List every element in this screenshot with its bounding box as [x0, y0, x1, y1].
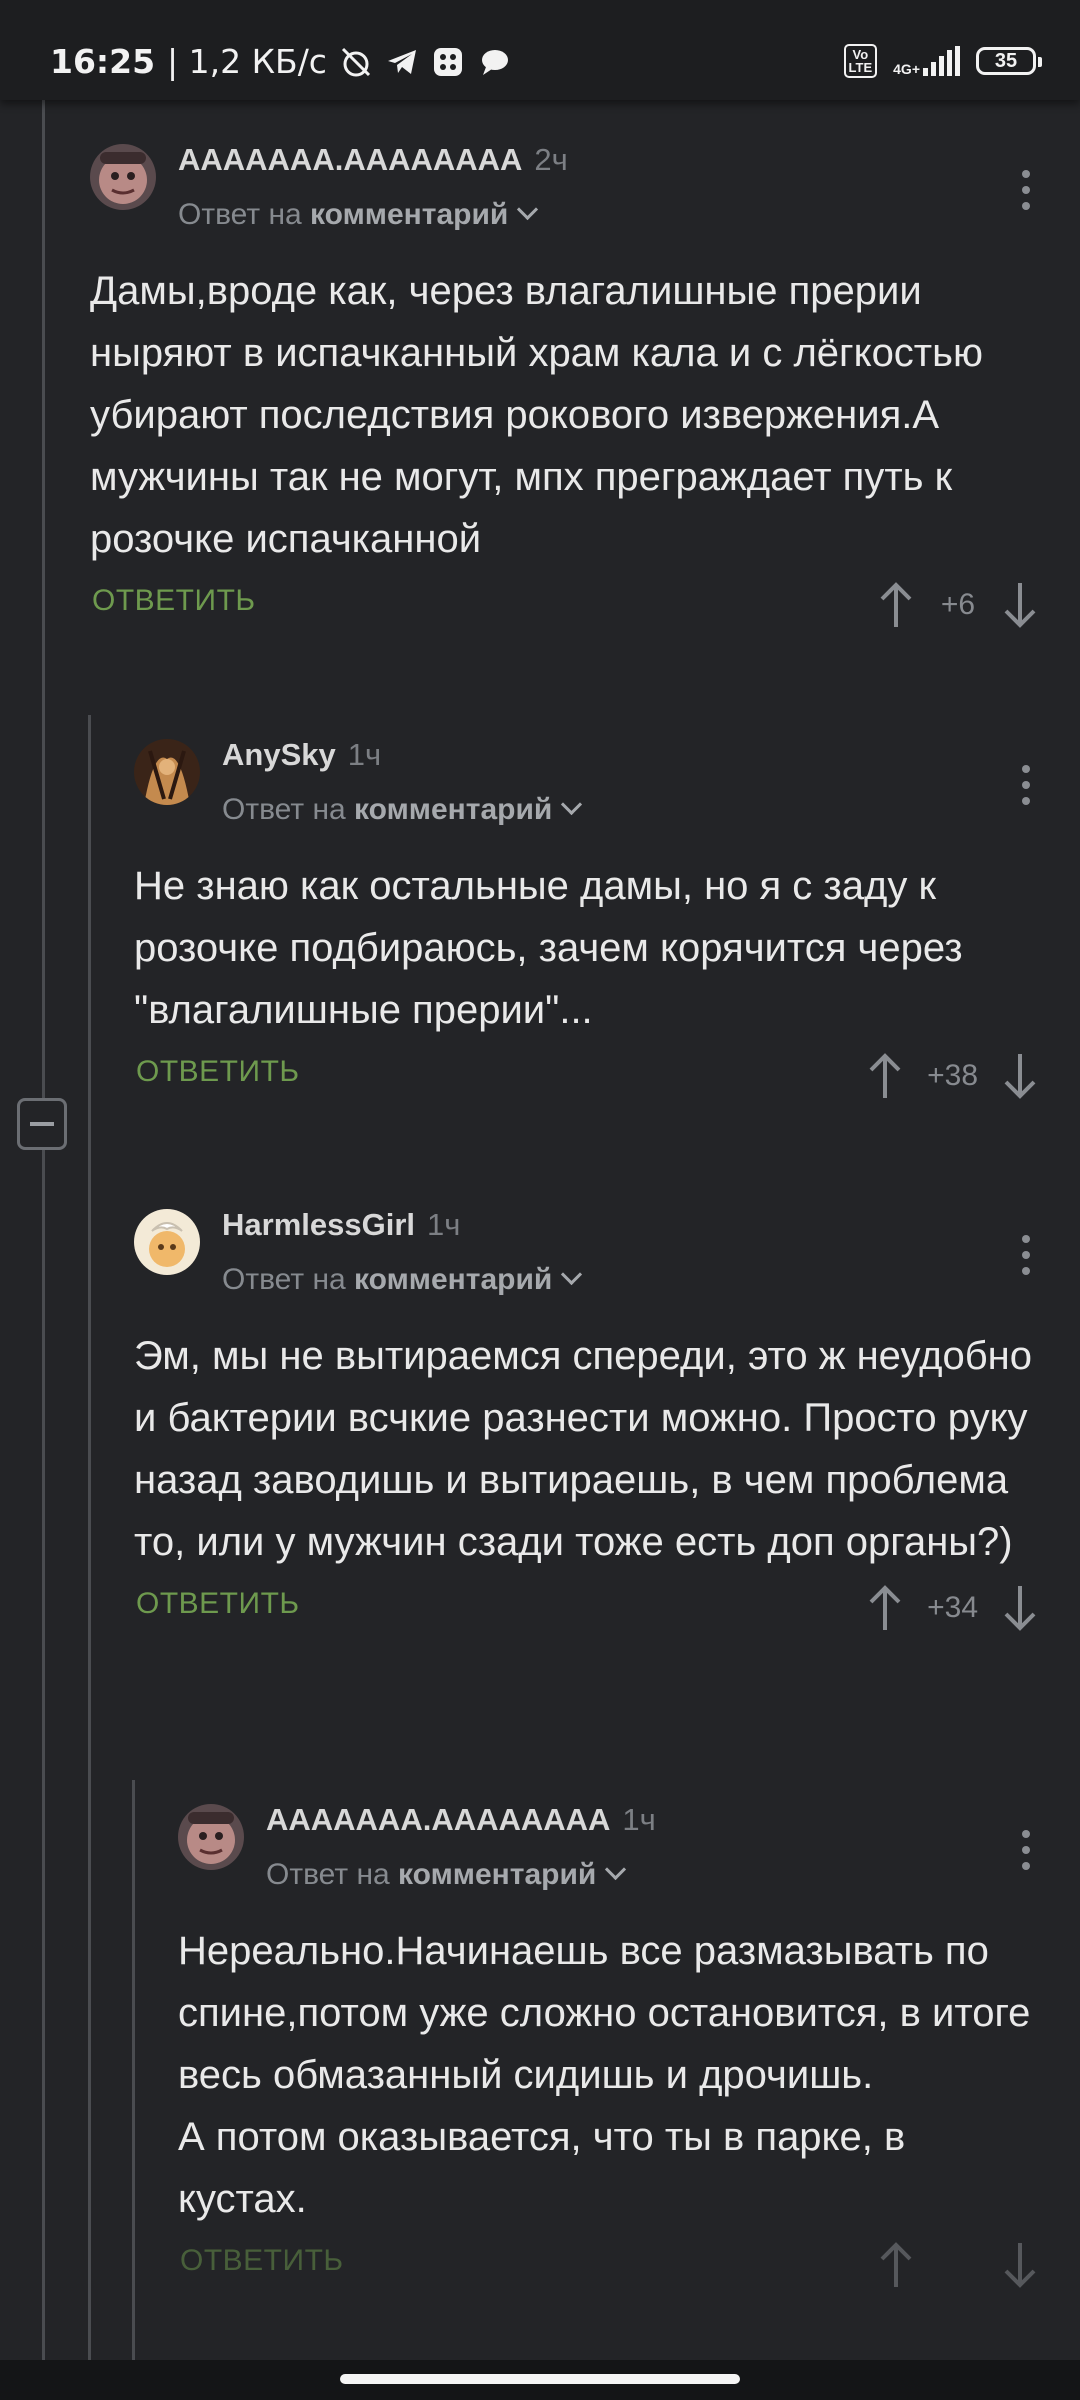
comment-footer: ОТВЕТИТЬ — [178, 2230, 1080, 2320]
status-bar: 16:25 | 1,2 КБ/с Vo LTE 4G+ 35 — [0, 0, 1080, 100]
chevron-down-icon[interactable] — [561, 793, 583, 816]
vote-controls: +6 — [876, 570, 1040, 640]
chevron-down-icon[interactable] — [517, 198, 539, 221]
upvote-icon[interactable] — [876, 581, 916, 629]
reply-to-label: Ответ на — [222, 1263, 346, 1296]
reply-button[interactable]: ОТВЕТИТЬ — [136, 1055, 300, 1089]
reply-to-label: Ответ на — [222, 793, 346, 826]
downvote-icon[interactable] — [1000, 2241, 1040, 2289]
reply-to[interactable]: Ответ на комментарий — [222, 1263, 583, 1297]
comment-footer: ОТВЕТИТЬ +34 — [134, 1573, 1080, 1663]
comment-header: AAAAAAA.AAAAAAAA 2ч Ответ на комментарий — [90, 140, 1080, 260]
vote-controls: +34 — [865, 1573, 1040, 1643]
app-grid-icon — [433, 47, 462, 76]
volte-icon: Vo LTE — [843, 44, 878, 78]
thread-line-level-2 — [132, 1780, 135, 2400]
reply-button[interactable]: ОТВЕТИТЬ — [180, 2244, 344, 2278]
reply-to[interactable]: Ответ на комментарий — [178, 198, 539, 232]
upvote-icon[interactable] — [876, 2241, 916, 2289]
comment: AAAAAAA.AAAAAAAA 2ч Ответ на комментарий … — [90, 140, 1080, 660]
chat-bubble-icon — [481, 49, 508, 75]
collapse-thread-button[interactable] — [17, 1098, 67, 1150]
reply-to-link[interactable]: комментарий — [354, 793, 552, 826]
downvote-icon[interactable] — [1000, 581, 1040, 629]
more-options-icon[interactable] — [1022, 765, 1032, 813]
reply-to[interactable]: Ответ на комментарий — [222, 793, 583, 827]
comment-text: Дамы,вроде как, через влагалишные прерии… — [90, 269, 983, 561]
comment-text: Эм, мы не вытираемся спереди, это ж неуд… — [134, 1334, 1032, 1564]
more-options-icon[interactable] — [1022, 1235, 1032, 1283]
comment-author[interactable]: AAAAAAA.AAAAAAAA 1ч — [266, 1802, 656, 1838]
avatar[interactable] — [178, 1804, 244, 1870]
upvote-icon[interactable] — [865, 1584, 905, 1632]
comment-author[interactable]: AnySky 1ч — [222, 737, 381, 773]
author-name[interactable]: AAAAAAA.AAAAAAAA — [178, 142, 522, 177]
more-options-icon[interactable] — [1022, 1830, 1032, 1878]
thread-line-level-0 — [42, 100, 45, 2400]
battery-level: 35 — [994, 49, 1018, 72]
telegram-icon — [387, 49, 416, 74]
vote-controls — [876, 2230, 1040, 2300]
comment-time: 1ч — [622, 1802, 656, 1837]
reply-button[interactable]: ОТВЕТИТЬ — [136, 1587, 300, 1621]
comment-text: Нереально.Начинаешь все размазывать по с… — [178, 1929, 1031, 2221]
avatar[interactable] — [90, 144, 156, 210]
reply-to[interactable]: Ответ на комментарий — [266, 1858, 627, 1892]
comment-time: 1ч — [427, 1207, 461, 1242]
reply-to-link[interactable]: комментарий — [398, 1858, 596, 1891]
status-left: 16:25 | 1,2 КБ/с — [50, 42, 511, 81]
comment-author[interactable]: AAAAAAA.AAAAAAAA 2ч — [178, 142, 568, 178]
reply-to-label: Ответ на — [178, 198, 302, 231]
comment-text: Не знаю как остальные дамы, но я с заду … — [134, 864, 963, 1032]
downvote-icon[interactable] — [1000, 1584, 1040, 1632]
reply-button[interactable]: ОТВЕТИТЬ — [92, 584, 256, 618]
author-name[interactable]: HarmlessGirl — [222, 1207, 415, 1242]
comment-header: HarmlessGirl 1ч Ответ на комментарий — [134, 1205, 1080, 1325]
battery-icon: 35 — [976, 47, 1042, 75]
comment-time: 2ч — [534, 142, 568, 177]
home-indicator[interactable] — [340, 2374, 740, 2384]
comment: AAAAAAA.AAAAAAAA 1ч Ответ на комментарий … — [178, 1800, 1080, 2320]
vote-score: +34 — [927, 1591, 978, 1624]
reply-to-label: Ответ на — [266, 1858, 390, 1891]
downvote-icon[interactable] — [1000, 1052, 1040, 1100]
author-name[interactable]: AAAAAAA.AAAAAAAA — [266, 1802, 610, 1837]
network-type: 4G+ — [893, 61, 920, 77]
comment-footer: ОТВЕТИТЬ +38 — [134, 1041, 1080, 1131]
chevron-down-icon[interactable] — [605, 1858, 627, 1881]
vote-score: +38 — [927, 1059, 978, 1092]
comment-header: AnySky 1ч Ответ на комментарий — [134, 735, 1080, 855]
avatar[interactable] — [134, 1209, 200, 1275]
status-time: 16:25 — [50, 42, 156, 81]
author-name[interactable]: AnySky — [222, 737, 336, 772]
avatar[interactable] — [134, 739, 200, 805]
reply-to-link[interactable]: комментарий — [310, 198, 508, 231]
comment-time: 1ч — [347, 737, 382, 772]
chevron-down-icon[interactable] — [561, 1263, 583, 1286]
comment-header: AAAAAAA.AAAAAAAA 1ч Ответ на комментарий — [178, 1800, 1080, 1920]
comment-footer: ОТВЕТИТЬ +6 — [90, 570, 1080, 660]
reply-to-link[interactable]: комментарий — [354, 1263, 552, 1296]
more-options-icon[interactable] — [1022, 170, 1032, 218]
status-right: Vo LTE 4G+ 35 — [843, 44, 1042, 78]
vote-controls: +38 — [865, 1041, 1040, 1111]
alarm-off-icon — [341, 47, 371, 76]
vote-score: +6 — [940, 588, 976, 621]
thread-line-level-1 — [88, 715, 91, 2400]
signal-icon: 4G+ — [893, 46, 960, 76]
comment: HarmlessGirl 1ч Ответ на комментарий Эм, … — [134, 1205, 1080, 1663]
comment: AnySky 1ч Ответ на комментарий Не знаю ка… — [134, 735, 1080, 1131]
status-speed: | 1,2 КБ/с — [167, 42, 327, 81]
comment-author[interactable]: HarmlessGirl 1ч — [222, 1207, 460, 1243]
upvote-icon[interactable] — [865, 1052, 905, 1100]
